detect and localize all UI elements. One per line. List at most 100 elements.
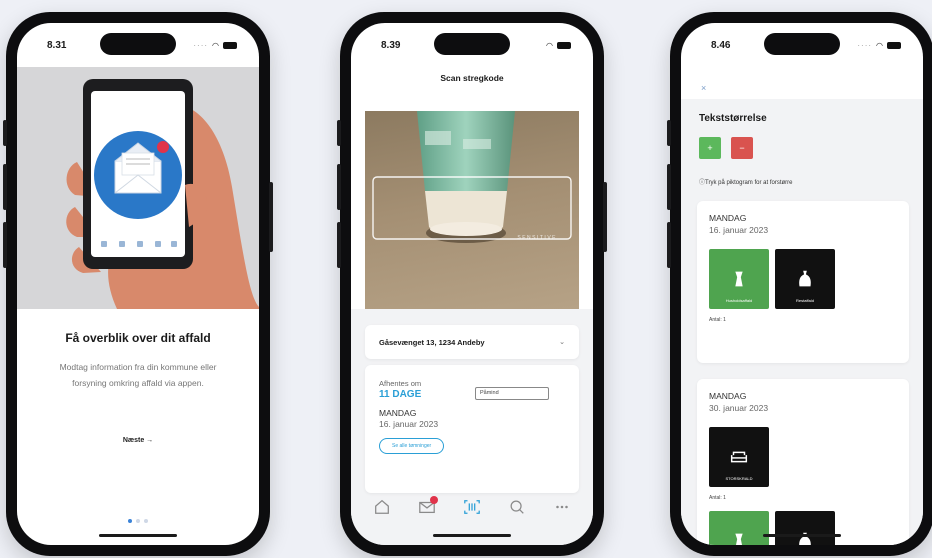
home-indicator: [763, 534, 841, 537]
sofa-icon: [730, 451, 748, 463]
waste-tiles: STORSKRALD: [709, 427, 897, 487]
page-dot: [128, 519, 132, 523]
tab-search[interactable]: [506, 496, 528, 518]
barcode-icon: [464, 500, 480, 514]
tab-home[interactable]: [371, 496, 393, 518]
home-indicator: [433, 534, 511, 537]
screen: 8.31 ···· ◠ Få overblik over dit affald …: [17, 23, 259, 545]
trash-bag-icon: [799, 532, 811, 545]
status-icons: ···· ◠: [857, 41, 901, 50]
arrow-right-icon: →: [146, 437, 154, 444]
pickup-card-1: MANDAG 16. januar 2023 Husholdsaffald Re…: [697, 201, 909, 363]
volume-up-button: [3, 164, 7, 210]
dynamic-island: [100, 33, 176, 55]
screen: 8.46 ···· ◠ × Tekststørrelse + − ⓘTryk p…: [681, 23, 923, 545]
barcode-camera-text: SENSITIVE: [517, 235, 557, 241]
mute-switch: [667, 120, 671, 146]
wifi-icon: ◠: [876, 40, 883, 50]
power-button: [603, 182, 607, 252]
next-button-label: Næste: [122, 437, 145, 444]
wifi-icon: ◠: [546, 40, 553, 50]
mute-switch: [337, 120, 341, 146]
wifi-icon: ◠: [212, 40, 219, 50]
dynamic-island: [434, 33, 510, 55]
notification-badge: [429, 496, 438, 504]
battery-icon: [887, 41, 901, 49]
tab-scan[interactable]: [461, 496, 483, 518]
pickup-weekday: MANDAG: [709, 213, 747, 223]
food-waste-icon: [735, 271, 743, 287]
screen-title: Scan stregkode: [440, 73, 504, 83]
status-time: 8.31: [47, 39, 67, 51]
pickup-count: Antal: 1: [709, 317, 726, 323]
onboarding-title: Få overblik over dit affald: [65, 331, 211, 345]
volume-up-button: [337, 164, 341, 210]
waste-tile-label: Restaffald: [796, 298, 814, 303]
text-size-title: Tekststørrelse: [699, 113, 767, 124]
status-icons: ···· ◠: [193, 41, 237, 50]
pickup-date: 30. januar 2023: [709, 403, 769, 413]
volume-down-button: [667, 222, 671, 268]
volume-down-button: [337, 222, 341, 268]
page-dot: [136, 519, 140, 523]
pickup-date: 16. januar 2023: [709, 225, 769, 235]
status-icons: ◠: [546, 41, 571, 50]
mute-switch: [3, 120, 7, 146]
waste-tile-household[interactable]: [709, 511, 769, 545]
waste-tile-label: STORSKRALD: [725, 476, 753, 481]
waste-tiles: [709, 511, 897, 545]
status-time: 8.39: [381, 39, 401, 51]
text-size-controls: + −: [699, 137, 753, 159]
tab-messages[interactable]: [416, 496, 438, 518]
waste-tiles: Husholdsaffald Restaffald: [709, 249, 897, 309]
waste-tile-bulky[interactable]: STORSKRALD: [709, 427, 769, 487]
chevron-down-icon: ⌄: [559, 339, 565, 346]
battery-icon: [557, 41, 571, 49]
tab-bar: [351, 489, 593, 525]
status-time: 8.46: [711, 39, 731, 51]
food-waste-icon: [735, 533, 743, 545]
power-button: [269, 182, 273, 252]
pickup-weekday: MANDAG: [379, 408, 417, 418]
signal-icon: ····: [193, 40, 209, 50]
waste-tile-residual[interactable]: Restaffald: [775, 249, 835, 309]
waste-tile-household[interactable]: Husholdsaffald: [709, 249, 769, 309]
pickup-weekday: MANDAG: [709, 391, 747, 401]
page-dot: [144, 519, 148, 523]
info-hint: ⓘTryk på piktogram for at forstørre: [699, 177, 792, 186]
increase-text-button[interactable]: +: [699, 137, 721, 159]
pickup-count: Antal: 1: [709, 495, 726, 501]
info-hint-text: Tryk på piktogram for at forstørre: [705, 180, 793, 186]
phone-scan-barcode: 8.39 ◠ Scan stregkode SENSITIVE Gåsevæng…: [337, 12, 607, 556]
more-icon: [556, 505, 569, 509]
see-all-pickups-button[interactable]: Se alle tømninger: [379, 438, 445, 454]
home-indicator: [99, 534, 177, 537]
pickup-date: 16. januar 2023: [379, 419, 439, 429]
close-icon[interactable]: ×: [701, 83, 706, 93]
next-button[interactable]: Næste →: [17, 437, 259, 444]
volume-down-button: [3, 222, 7, 268]
signal-icon: ····: [857, 40, 873, 50]
phone-text-size: 8.46 ···· ◠ × Tekststørrelse + − ⓘTryk p…: [667, 12, 932, 556]
search-icon: [510, 500, 524, 514]
decrease-text-button[interactable]: −: [731, 137, 753, 159]
phone-onboarding: 8.31 ···· ◠ Få overblik over dit affald …: [3, 12, 273, 556]
tab-more[interactable]: [551, 496, 573, 518]
address-value: Gåsevænget 13, 1234 Andeby: [379, 337, 485, 347]
home-icon: [374, 499, 389, 514]
trash-bag-icon: [799, 270, 811, 287]
address-dropdown[interactable]: Gåsevænget 13, 1234 Andeby ⌄: [365, 325, 579, 359]
waste-tile-label: Husholdsaffald: [725, 298, 753, 303]
onboarding-illustration: [17, 67, 259, 309]
page-indicator: [128, 519, 148, 523]
screen: 8.39 ◠ Scan stregkode SENSITIVE Gåsevæng…: [351, 23, 593, 545]
pickup-card-2: MANDAG 30. januar 2023 STORSKRALD Antal:…: [697, 379, 909, 545]
pickup-card: Afhentes om 11 DAGE Påmind MANDAG 16. ja…: [365, 365, 579, 493]
battery-icon: [223, 41, 237, 49]
onboarding-description: Modtag information fra din kommune eller…: [59, 362, 217, 388]
waste-tile-residual[interactable]: [775, 511, 835, 545]
dynamic-island: [764, 33, 840, 55]
camera-viewfinder[interactable]: SENSITIVE: [365, 111, 579, 309]
volume-up-button: [667, 164, 671, 210]
reminder-button[interactable]: Påmind: [475, 387, 549, 400]
